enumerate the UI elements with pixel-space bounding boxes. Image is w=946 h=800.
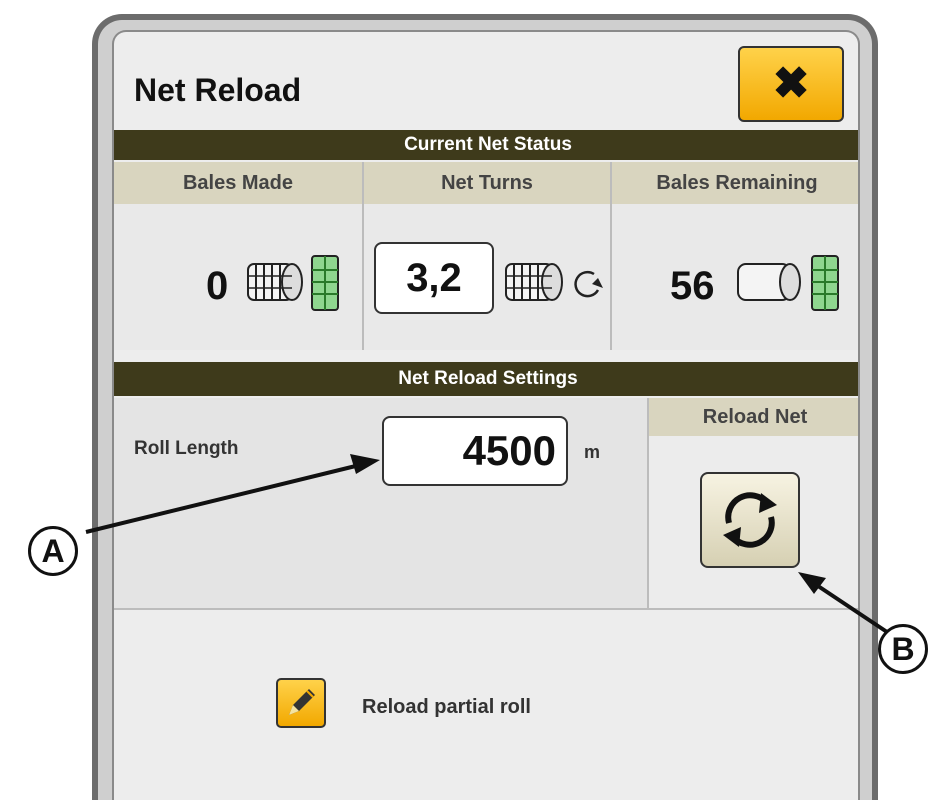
callout-arrows xyxy=(85,454,892,636)
callout-b: B xyxy=(878,624,928,674)
callout-a: A xyxy=(28,526,78,576)
arrow-head-a xyxy=(350,454,380,474)
